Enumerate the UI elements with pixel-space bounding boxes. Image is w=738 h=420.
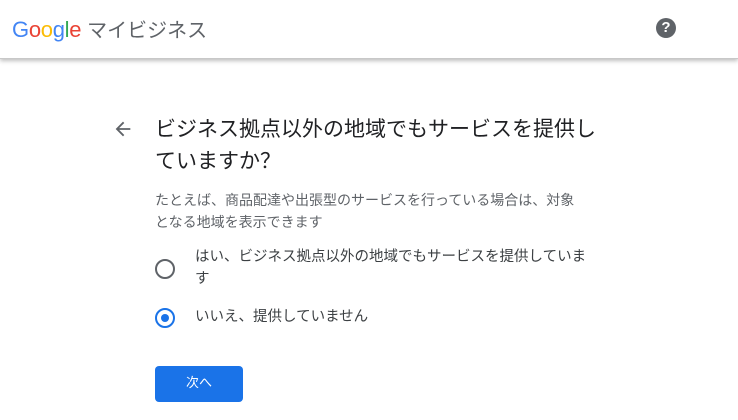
logo-letter: g xyxy=(52,17,65,42)
arrow-left-icon[interactable] xyxy=(112,118,134,140)
option-yes[interactable]: はい、ビジネス拠点以外の地域でもサービスを提供しています xyxy=(155,246,590,290)
app-header: Google マイビジネス ? xyxy=(0,0,738,59)
google-logo: Google xyxy=(12,17,81,43)
product-name: マイビジネス xyxy=(87,18,208,42)
help-icon[interactable]: ? xyxy=(656,18,676,38)
logo-letter: o xyxy=(40,17,53,42)
logo-letter: e xyxy=(69,17,82,42)
option-no[interactable]: いいえ、提供していません xyxy=(155,306,590,328)
logo-letter: o xyxy=(28,17,41,42)
option-label-no: いいえ、提供していません xyxy=(195,309,369,325)
option-label-yes: はい、ビジネス拠点以外の地域でもサービスを提供しています xyxy=(195,249,587,287)
radio-selected-dot xyxy=(161,314,169,322)
radio-button-no[interactable] xyxy=(155,308,175,328)
brand[interactable]: Google マイビジネス xyxy=(12,14,207,43)
description-text: たとえば、商品配達や出張型のサービスを行っている場合は、対象となる地域を表示でき… xyxy=(155,193,575,231)
logo-letter: G xyxy=(12,17,29,42)
page-title: ビジネス拠点以外の地域でもサービスを提供していますか？ xyxy=(155,117,596,173)
next-button[interactable]: 次へ xyxy=(155,366,243,402)
radio-button-yes[interactable] xyxy=(155,259,175,279)
